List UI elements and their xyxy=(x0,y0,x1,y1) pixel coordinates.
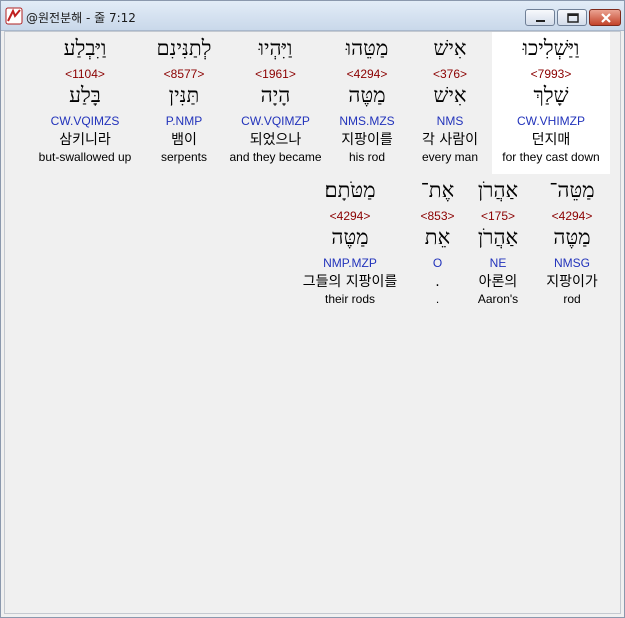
english-gloss: but-swallowed up xyxy=(38,150,132,164)
korean-gloss: 삼키니라 xyxy=(59,132,111,148)
maximize-icon xyxy=(567,13,579,23)
word-cell[interactable]: אִישׁ <376> אִישׁ NMS 각 사람이 every man xyxy=(410,32,490,174)
morphology-code: CW.VQIMZP xyxy=(241,114,310,128)
interlinear-view: וַיַּשְׁלִיכוּ <7993> שָׁלַךְ CW.VHIMZP … xyxy=(4,31,621,614)
lemma: שָׁלַךְ xyxy=(533,83,569,107)
morphology-code: NMS xyxy=(436,114,464,128)
korean-gloss: 그들의 지팡이를 xyxy=(302,274,398,290)
word-cell[interactable]: אֶת־ <853> אֵת O . . xyxy=(410,174,465,316)
word-cell[interactable]: אַהֲרֹן <175> אַהֲרֹן NE 아론의 Aaron's xyxy=(467,174,529,316)
morphology-code: O xyxy=(432,256,443,270)
word-cell[interactable]: מַטֹּתָם׃ <4294> מַטֶּה NMP.MZP 그들의 지팡이를… xyxy=(292,174,408,316)
word-cell[interactable]: מַטֵּהוּ <4294> מַטֶּה NMS.MZS 지팡이를 his … xyxy=(326,32,408,174)
minimize-button[interactable] xyxy=(525,9,555,26)
strong-number[interactable]: <4294> xyxy=(326,67,408,81)
morphology-code: NMP.MZP xyxy=(323,256,377,270)
word-cell[interactable]: וַיַּשְׁלִיכוּ <7993> שָׁלַךְ CW.VHIMZP … xyxy=(492,32,610,174)
window-title: @원전분해 - 줄 7:12 xyxy=(26,11,136,25)
korean-gloss: 아론의 xyxy=(478,274,518,290)
lemma: אֵת xyxy=(424,225,451,249)
korean-gloss: 지팡이를 xyxy=(341,132,393,148)
korean-gloss: 뱀이 xyxy=(171,132,197,148)
lemma: מַטֶּה xyxy=(331,225,369,249)
app-window: @원전분해 - 줄 7:12 וַיַּשְׁלִיכוּ <7993> שָׁ… xyxy=(0,0,625,618)
english-gloss: his rod xyxy=(348,150,386,164)
korean-gloss: 지팡이가 xyxy=(546,274,598,290)
hebrew-word: מַטֵּהוּ xyxy=(345,36,389,60)
english-gloss: Aaron's xyxy=(477,292,519,306)
lemma: אַהֲרֹן xyxy=(477,225,519,249)
morphology-code: NMSG xyxy=(554,256,590,270)
minimize-icon xyxy=(536,20,545,22)
hebrew-word: וַיִּהְיוּ xyxy=(258,36,293,60)
hebrew-word: מַטֹּתָם׃ xyxy=(324,178,376,202)
morphology-code: CW.VHIMZP xyxy=(517,114,585,128)
strong-number[interactable]: <1961> xyxy=(227,67,324,81)
lemma: אִישׁ xyxy=(433,83,467,107)
english-gloss: their rods xyxy=(324,292,376,306)
strong-number[interactable]: <7993> xyxy=(492,67,610,81)
strong-number[interactable]: <8577> xyxy=(143,67,225,81)
english-gloss: for they cast down xyxy=(502,150,600,164)
hebrew-word: אֶת־ xyxy=(420,178,455,202)
strong-number[interactable]: <376> xyxy=(410,67,490,81)
korean-gloss: 던지매 xyxy=(531,132,571,148)
maximize-button[interactable] xyxy=(557,9,587,26)
title-bar[interactable]: @원전분해 - 줄 7:12 xyxy=(1,1,624,31)
hebrew-word: לְתַנִּינִם xyxy=(156,36,212,60)
morphology-code: CW.VQIMZS xyxy=(50,114,120,128)
hebrew-word: וַיִּבְלַע xyxy=(63,36,107,60)
strong-number[interactable]: <4294> xyxy=(532,209,612,223)
lemma: תַּנִּין xyxy=(168,83,200,107)
strong-number[interactable]: <1104> xyxy=(29,67,141,81)
strong-number[interactable]: <853> xyxy=(410,209,465,223)
close-icon xyxy=(601,13,611,23)
english-gloss: serpents xyxy=(160,150,208,164)
lemma: הָיָה xyxy=(260,83,291,107)
word-cell[interactable]: מַטֵּה־ <4294> מַטֶּה NMSG 지팡이가 rod xyxy=(532,174,612,316)
morphology-code: P.NMP xyxy=(165,114,203,128)
english-gloss: . xyxy=(435,292,440,306)
close-button[interactable] xyxy=(589,9,621,26)
english-gloss: and they became xyxy=(229,150,322,164)
app-icon xyxy=(5,7,23,25)
morphology-code: NMS.MZS xyxy=(339,114,395,128)
korean-gloss: 각 사람이 xyxy=(422,132,478,148)
english-gloss: rod xyxy=(563,292,581,306)
word-cell[interactable]: וַיִּבְלַע <1104> בָּלַע CW.VQIMZS 삼키니라 … xyxy=(29,32,141,174)
korean-gloss: 되었으나 xyxy=(249,132,302,148)
strong-number[interactable]: <4294> xyxy=(292,209,408,223)
lemma: בָּלַע xyxy=(69,83,101,107)
strong-number[interactable]: <175> xyxy=(467,209,529,223)
hebrew-word: וַיַּשְׁלִיכוּ xyxy=(522,36,580,60)
korean-gloss: . xyxy=(435,274,440,290)
hebrew-word: מַטֵּה־ xyxy=(549,178,595,202)
english-gloss: every man xyxy=(421,150,479,164)
word-cell[interactable]: לְתַנִּינִם <8577> תַּנִּין P.NMP 뱀이 ser… xyxy=(143,32,225,174)
hebrew-word: אַהֲרֹן xyxy=(477,178,519,202)
hebrew-word: אִישׁ xyxy=(433,36,467,60)
word-cell[interactable]: וַיִּהְיוּ <1961> הָיָה CW.VQIMZP 되었으나 a… xyxy=(227,32,324,174)
lemma: מַטֶּה xyxy=(553,225,591,249)
morphology-code: NE xyxy=(489,256,507,270)
lemma: מַטֶּה xyxy=(348,83,386,107)
